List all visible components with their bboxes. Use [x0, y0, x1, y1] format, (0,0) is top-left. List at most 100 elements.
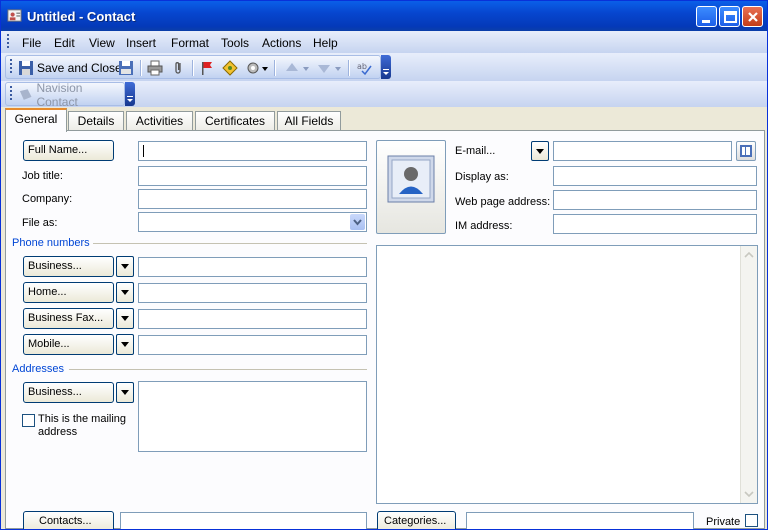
navision-contact-label: Navision Contact [36, 81, 83, 109]
save-icon [19, 61, 33, 75]
business-fax-button[interactable]: Business Fax... [23, 308, 114, 329]
save-and-close-button[interactable]: Save and Close [18, 59, 122, 77]
notes-textarea[interactable] [376, 245, 758, 504]
im-address-input[interactable] [553, 214, 757, 234]
file-as-dropdown-button[interactable] [350, 214, 365, 230]
tab-general[interactable]: General [5, 108, 67, 132]
general-tab-panel: Full Name... Job title: Company: File as… [5, 130, 765, 529]
toolbar-options-chevron[interactable] [381, 55, 391, 79]
print-icon[interactable] [147, 60, 163, 76]
address-type-dropdown[interactable] [116, 382, 134, 403]
contacts-input[interactable] [120, 512, 367, 529]
address-textarea[interactable] [138, 381, 367, 452]
business-phone-button[interactable]: Business... [23, 256, 114, 277]
previous-dropdown-icon[interactable] [302, 60, 310, 76]
address-book-icon [740, 145, 752, 157]
address-type-button[interactable]: Business... [23, 382, 114, 403]
menu-insert[interactable]: Insert [126, 36, 156, 50]
save-disk-icon[interactable] [118, 60, 134, 76]
minimize-button[interactable] [696, 6, 717, 27]
follow-up-flag-icon[interactable] [199, 60, 215, 76]
addresses-divider [69, 369, 367, 370]
address-check-icon[interactable]: ab [356, 60, 372, 76]
business-fax-input[interactable] [138, 309, 367, 329]
scroll-down-icon[interactable] [743, 488, 755, 500]
toolbar-grip[interactable] [10, 86, 12, 102]
home-phone-button[interactable]: Home... [23, 282, 114, 303]
display-as-input[interactable] [553, 166, 757, 186]
job-title-label: Job title: [22, 170, 63, 182]
add-contact-picture-button[interactable] [376, 140, 446, 234]
standard-toolbar-row: Save and Close ab [1, 53, 767, 81]
tab-strip: General Details Activities Certificates … [1, 107, 767, 132]
categories-input[interactable] [466, 512, 694, 529]
navision-toolbar-row: Navision Contact [1, 81, 767, 109]
tab-details[interactable]: Details [68, 111, 124, 131]
web-page-input[interactable] [553, 190, 757, 210]
menu-tools[interactable]: Tools [221, 36, 249, 50]
contact-picture-icon [387, 155, 435, 203]
categories-button[interactable]: Categories... [377, 511, 456, 529]
categories-button-label: Categories... [384, 515, 447, 527]
business-fax-dropdown[interactable] [116, 308, 134, 329]
close-icon [748, 12, 758, 22]
contacts-button[interactable]: Contacts... [23, 511, 114, 529]
full-name-button[interactable]: Full Name... [23, 140, 114, 161]
home-phone-input[interactable] [138, 283, 367, 303]
close-button[interactable] [742, 6, 763, 27]
phone-numbers-heading: Phone numbers [12, 237, 90, 249]
tab-activities[interactable]: Activities [126, 111, 193, 131]
notes-scrollbar[interactable] [740, 246, 757, 503]
menu-file[interactable]: File [22, 36, 41, 50]
attach-icon[interactable] [170, 60, 186, 76]
toolbar-grip[interactable] [10, 59, 12, 75]
title-bar[interactable]: Untitled - Contact [1, 1, 767, 31]
mobile-phone-dropdown[interactable] [116, 334, 134, 355]
menu-bar: File Edit View Insert Format Tools Actio… [1, 31, 767, 53]
address-book-button[interactable] [736, 141, 756, 161]
full-name-input[interactable] [138, 141, 367, 161]
tab-certificates[interactable]: Certificates [195, 111, 275, 131]
private-checkbox[interactable] [745, 514, 758, 527]
mailing-address-checkbox[interactable] [22, 414, 35, 427]
business-phone-input[interactable] [138, 257, 367, 277]
navision-icon [19, 89, 32, 100]
minimize-icon [702, 20, 710, 23]
menu-edit[interactable]: Edit [54, 36, 75, 50]
scroll-up-icon[interactable] [743, 249, 755, 261]
email-input[interactable] [553, 141, 732, 161]
next-item-icon[interactable] [316, 60, 332, 76]
private-label: Private [706, 516, 741, 528]
navision-contact-button[interactable]: Navision Contact [18, 81, 124, 109]
contact-card-icon [7, 9, 22, 22]
menu-grip[interactable] [7, 34, 9, 50]
mobile-phone-button[interactable]: Mobile... [23, 334, 114, 355]
previous-item-icon[interactable] [284, 60, 300, 76]
toolbar-separator [348, 60, 350, 76]
chevron-down-icon [127, 96, 133, 102]
im-address-label: IM address: [455, 220, 513, 232]
mobile-phone-input[interactable] [138, 335, 367, 355]
business-phone-dropdown[interactable] [116, 256, 134, 277]
next-dropdown-icon[interactable] [334, 60, 342, 76]
toolbar-separator [274, 60, 276, 76]
addresses-heading: Addresses [12, 363, 64, 375]
menu-view[interactable]: View [89, 36, 115, 50]
options-icon[interactable] [245, 60, 261, 76]
menu-format[interactable]: Format [171, 36, 209, 50]
maximize-button[interactable] [719, 6, 740, 27]
categories-icon[interactable] [222, 60, 238, 76]
company-input[interactable] [138, 189, 367, 209]
dropdown-arrow-icon[interactable] [261, 60, 269, 76]
home-phone-dropdown[interactable] [116, 282, 134, 303]
file-as-combobox[interactable] [138, 212, 367, 232]
maximize-icon [724, 11, 737, 23]
email-type-dropdown[interactable] [531, 141, 549, 161]
email-label: E-mail... [455, 145, 496, 157]
job-title-input[interactable] [138, 166, 367, 186]
menu-help[interactable]: Help [313, 36, 338, 50]
tab-all-fields[interactable]: All Fields [277, 111, 341, 131]
menu-actions[interactable]: Actions [262, 36, 301, 50]
navision-toolbar-chevron[interactable] [125, 82, 135, 106]
navision-toolbar: Navision Contact [5, 81, 125, 109]
